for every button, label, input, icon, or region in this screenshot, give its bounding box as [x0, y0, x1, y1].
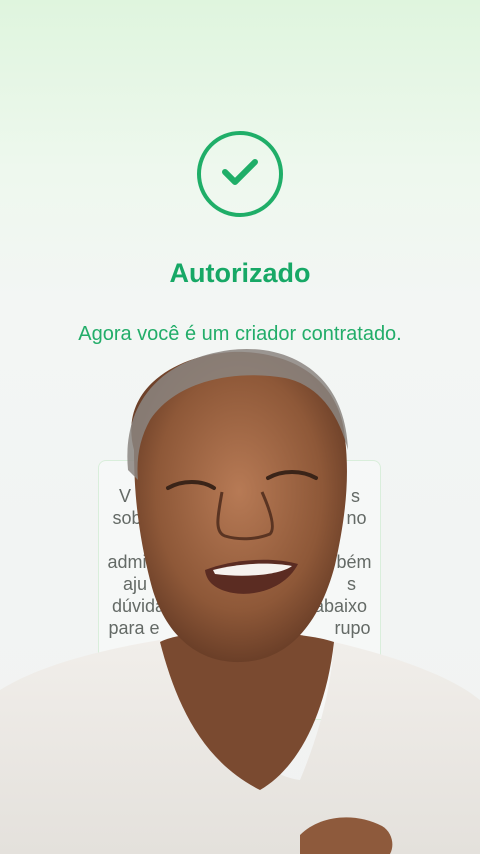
checkmark-icon — [222, 159, 258, 185]
info-card: V s sob no admin bém aju s dúvidas abaix… — [98, 460, 381, 720]
info-line-2-left: sob — [112, 508, 142, 528]
info-line-5-left: dúvidas — [111, 596, 174, 616]
hand-shape — [300, 817, 393, 854]
info-line-6-right: rupo — [334, 618, 371, 638]
info-line-4-right: s — [347, 574, 357, 594]
info-line-3-left: admin — [107, 552, 157, 572]
info-line-5: dúvidas abaixo — [105, 595, 374, 617]
check-circle-icon — [197, 131, 283, 217]
info-line-3-right: bém — [336, 552, 372, 572]
info-line-2: sob no — [105, 507, 374, 529]
info-line-6-left: para e — [108, 618, 160, 638]
status-subtitle: Agora você é um criador contratado. — [78, 323, 402, 345]
info-line-3: admin bém — [105, 551, 374, 573]
info-line-2-right: no — [346, 508, 367, 528]
person-overlay-image — [0, 348, 480, 854]
info-line-4-left: aju — [122, 574, 147, 594]
info-line-6: para e rupo — [105, 617, 374, 639]
info-line-4: aju s — [105, 573, 374, 595]
info-line-1-right: s — [351, 486, 361, 506]
info-line-1: V s — [105, 485, 374, 507]
info-line-5-right: abaixo — [314, 596, 368, 616]
info-line-1-left: V — [118, 486, 131, 506]
authorization-screen: Autorizado Agora você é um criador contr… — [0, 0, 480, 854]
status-title: Autorizado — [169, 258, 311, 288]
